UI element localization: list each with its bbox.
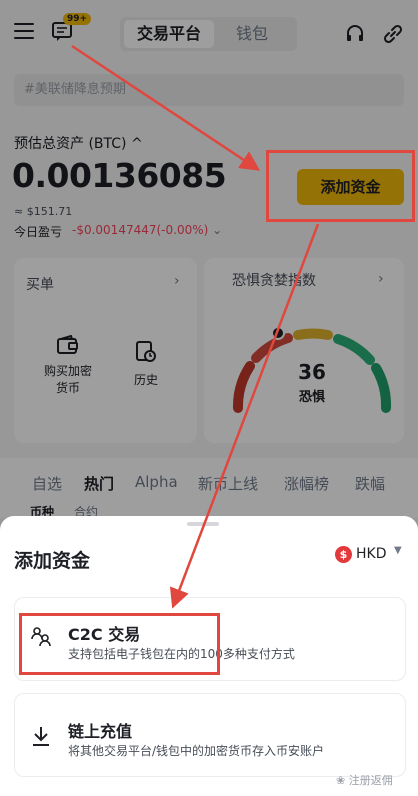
watermark: ❀ 注册返佣 (336, 774, 393, 787)
sheet-title: 添加资金 (14, 550, 91, 572)
option-onchain-subtitle: 将其他交易平台/钱包中的加密货币存入币安账户 (68, 744, 325, 758)
caret-down-icon[interactable]: ▼ (394, 545, 402, 556)
download-icon (33, 727, 49, 746)
sheet-drag-handle[interactable] (187, 522, 219, 526)
currency-icon: $ (335, 546, 352, 563)
currency-selector[interactable]: HKD (356, 546, 387, 562)
annotation-box-c2c (19, 613, 220, 675)
option-onchain-title: 链上充值 (68, 722, 133, 741)
annotation-box-add-funds (266, 150, 415, 222)
